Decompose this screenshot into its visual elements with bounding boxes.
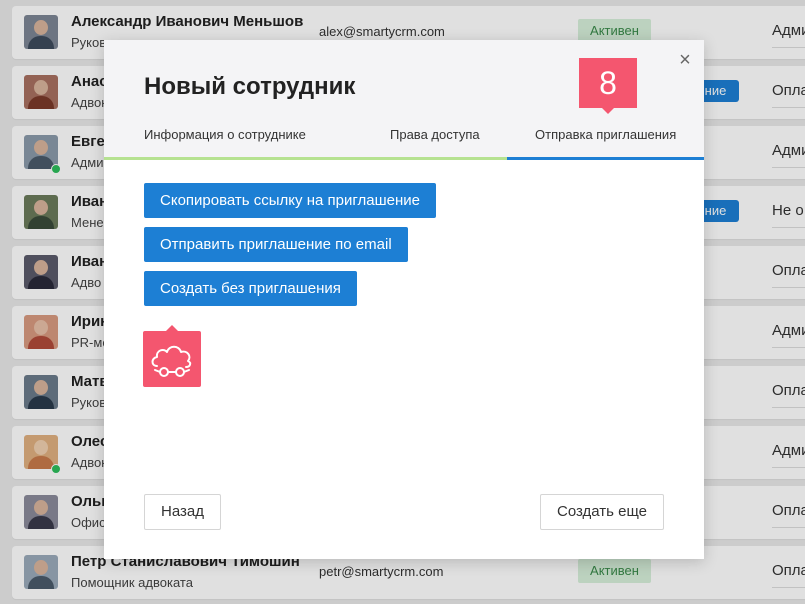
cloud-glasses-icon	[151, 345, 192, 377]
tab-employee-info[interactable]: Информация о сотруднике	[144, 127, 306, 142]
copy-invite-link-button[interactable]: Скопировать ссылку на приглашение	[144, 183, 436, 218]
progress-bar-completed	[104, 157, 507, 160]
tab-access-rights[interactable]: Права доступа	[390, 127, 480, 142]
new-employee-modal: Новый сотрудник × 8 Информация о сотрудн…	[104, 40, 704, 559]
step-badge: 8	[579, 58, 637, 114]
create-without-invite-button[interactable]: Создать без приглашения	[144, 271, 357, 306]
close-icon[interactable]: ×	[675, 50, 695, 70]
send-invite-email-button[interactable]: Отправить приглашение по email	[144, 227, 408, 262]
modal-header: Новый сотрудник × 8 Информация о сотрудн…	[104, 40, 704, 160]
progress-bar-active	[507, 157, 704, 160]
back-button[interactable]: Назад	[144, 494, 221, 530]
hint-icon-box[interactable]	[143, 325, 201, 387]
tab-send-invitation[interactable]: Отправка приглашения	[535, 127, 676, 142]
create-more-button[interactable]: Создать еще	[540, 494, 664, 530]
modal-title: Новый сотрудник	[144, 73, 356, 100]
